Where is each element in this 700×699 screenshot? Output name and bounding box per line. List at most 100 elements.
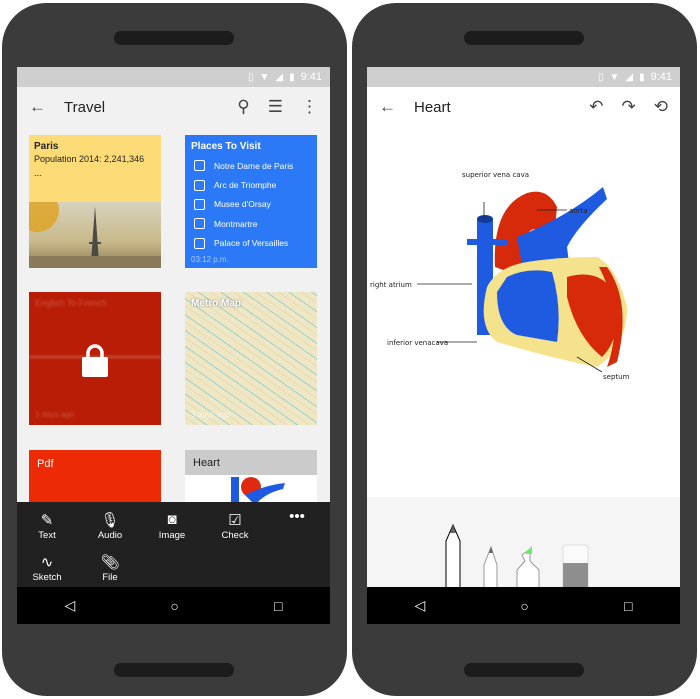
signal-icon: ◢ [275,71,284,83]
checklist-item[interactable]: Palace of Versailles [185,234,317,253]
item-label: Musee d'Orsay [214,199,271,210]
more-button[interactable]: ••• [272,508,322,527]
add-note-toolbar: ✎ Text 🎙︎ Audio ◙ Image ☑ Check ••• ∿ Sketch … [17,502,330,590]
tool-image[interactable]: ◙ Image [147,511,197,541]
microphone-icon: 🎙︎ [100,512,120,529]
label-septum: septum [603,373,630,381]
checkbox[interactable] [194,218,205,230]
checkbox[interactable] [194,237,205,249]
checklist-item[interactable]: Montmartre [185,214,317,233]
eraser-tool[interactable] [562,544,589,591]
back-arrow-icon[interactable]: ← [29,97,46,117]
wifi-icon: ▼ [609,71,620,83]
item-label: Montmartre [214,218,258,229]
tool-label: Audio [97,530,123,541]
status-time: 9:41 [300,71,322,83]
status-time: 9:41 [650,71,672,83]
card-title: English To French [35,298,107,308]
app-bar: ← Travel ⚲ ☰ ⋮ [17,87,330,127]
undo-icon[interactable]: ↶ [589,97,603,117]
pen-tool[interactable] [483,545,498,591]
heart-drawing: superior vena cava aorta right atrium in… [370,171,630,381]
camera-icon: ◙ [167,511,177,528]
card-time: 3 days ago [35,410,75,419]
tool-file[interactable]: 📎︎ File [85,553,135,583]
redo-icon[interactable]: ↷ [622,97,636,117]
eiffel-tower-image [29,188,161,268]
search-icon[interactable]: ⚲ [237,97,249,117]
speaker [464,31,584,45]
app-bar: ← Heart ↶ ↷ ⟲ [367,87,680,127]
paperclip-icon: 📎︎ [100,554,120,571]
status-bar: ▯ ▼ ◢ ▮ 9:41 [17,67,330,87]
scribble-icon: ∿ [40,554,54,571]
tool-label: File [102,572,118,583]
tool-text[interactable]: ✎ Text [22,511,72,541]
note-card-paris[interactable]: Paris Population 2014: 2,241,346 ... [29,135,161,268]
phone-left: ▯ ▼ ◢ ▮ 9:41 ← Travel ⚲ ☰ ⋮ Paris Popula… [2,3,347,696]
battery-icon: ▮ [289,71,295,83]
pen-tray [367,497,680,591]
pencil-icon: ✎ [40,512,54,529]
nav-home-icon[interactable]: ○ [520,598,528,614]
heart-thumbnail [231,477,285,505]
sketch-canvas[interactable]: superior vena cava aorta right atrium in… [367,127,680,497]
speaker [464,663,584,677]
tool-audio[interactable]: 🎙︎ Audio [85,511,135,541]
checkbox[interactable] [194,179,205,191]
card-ellipsis: ... [34,168,42,178]
checklist-item[interactable]: Musee d'Orsay [185,195,317,214]
nav-back-icon[interactable]: ◁ [415,597,426,614]
vibrate-icon: ▯ [597,71,604,83]
screen-travel: ▯ ▼ ◢ ▮ 9:41 ← Travel ⚲ ☰ ⋮ Paris Popula… [17,67,330,624]
rotate-icon[interactable]: ⟲ [654,97,668,117]
highlighter-tool[interactable] [516,546,540,591]
card-title: Places To Visit [191,141,261,152]
speaker [114,663,234,677]
tool-label: Sketch [32,572,62,583]
page-title: Travel [64,98,106,116]
card-time: 03:12 p.m. [191,254,229,264]
more-vert-icon[interactable]: ⋮ [301,97,318,117]
system-nav-bar: ◁ ○ □ [367,587,680,624]
tool-label: Check [221,530,249,541]
tool-sketch[interactable]: ∿ Sketch [22,553,72,583]
tool-label: Text [38,530,56,541]
pencil-tool[interactable] [445,523,461,591]
card-title: Paris [34,141,59,152]
system-nav-bar: ◁ ○ □ [17,587,330,624]
card-title: Heart [185,450,317,475]
battery-icon: ▮ [639,71,645,83]
view-toggle-icon[interactable]: ☰ [268,97,283,117]
card-title: Metro Map [191,298,241,309]
screen-heart-sketch: ▯ ▼ ◢ ▮ 9:41 ← Heart ↶ ↷ ⟲ superior vena… [367,67,680,624]
label-inferior-vena-cava: inferior venacava [387,339,448,347]
speaker [114,31,234,45]
card-title: Pdf [37,458,54,470]
label-aorta: aorta [569,207,587,215]
phone-right: ▯ ▼ ◢ ▮ 9:41 ← Heart ↶ ↷ ⟲ superior vena… [352,3,697,696]
label-superior-vena-cava: superior vena cava [462,171,529,179]
nav-recents-icon[interactable]: □ [624,598,632,614]
checkbox-icon: ☑ [228,512,242,529]
label-right-atrium: right atrium [370,281,412,289]
tool-check[interactable]: ☑ Check [210,511,260,541]
page-title: Heart [414,98,451,116]
nav-recents-icon[interactable]: □ [274,598,282,614]
note-card-places[interactable]: Places To Visit Notre Dame de Paris Arc … [185,135,317,268]
item-label: Notre Dame de Paris [214,160,294,171]
checklist-item[interactable]: Notre Dame de Paris [185,156,317,175]
back-arrow-icon[interactable]: ← [379,97,396,117]
nav-home-icon[interactable]: ○ [170,598,178,614]
lock-icon [82,344,108,377]
note-card-metro[interactable]: Metro Map 3 days ago [185,292,317,425]
nav-back-icon[interactable]: ◁ [65,597,76,614]
checkbox[interactable] [194,160,205,172]
vibrate-icon: ▯ [247,71,254,83]
status-bar: ▯ ▼ ◢ ▮ 9:41 [367,67,680,87]
tool-label: Image [158,530,186,541]
checkbox[interactable] [194,198,205,210]
note-card-locked[interactable]: English To French 3 days ago [29,292,161,425]
card-body: Population 2014: 2,241,346 [34,154,145,164]
checklist-item[interactable]: Arc de Triomphe [185,175,317,194]
